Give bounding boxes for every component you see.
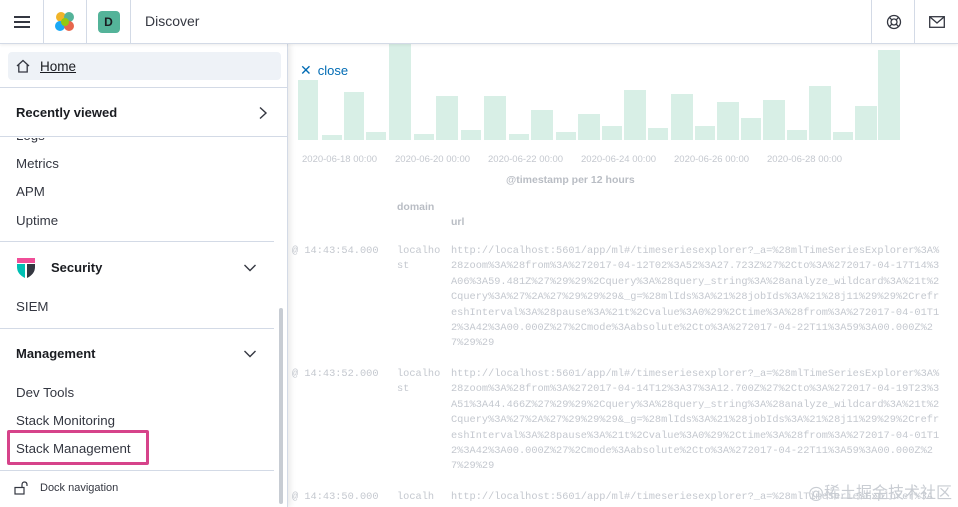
management-group-title[interactable]: Management — [16, 346, 95, 361]
histogram-bar[interactable] — [833, 132, 853, 140]
hamburger-icon — [13, 15, 30, 28]
histogram-bar[interactable] — [556, 132, 576, 140]
recently-viewed-title[interactable]: Recently viewed — [16, 105, 117, 120]
elastic-logo-link[interactable] — [44, 0, 86, 43]
chevron-down-icon[interactable] — [243, 349, 257, 359]
space-selector[interactable]: D — [87, 0, 130, 43]
dock-navigation-label: Dock navigation — [40, 482, 119, 494]
lock-open-icon — [14, 481, 28, 495]
doc-domain: localh — [397, 491, 435, 503]
nav-home-label: Home — [40, 58, 77, 74]
space-avatar: D — [97, 10, 120, 33]
histogram-bar[interactable] — [671, 94, 693, 140]
histogram-bar[interactable] — [484, 96, 506, 140]
nav-item-siem[interactable]: SIEM — [16, 299, 49, 314]
nav-item-apm[interactable]: APM — [16, 184, 45, 199]
histogram-bar[interactable] — [322, 135, 342, 140]
x-tick: 2020-06-20 00:00 — [395, 154, 471, 165]
nav-home-link[interactable]: Home — [8, 52, 281, 80]
chevron-down-icon[interactable] — [243, 263, 257, 273]
histogram-bar[interactable] — [414, 134, 434, 140]
histogram-bar[interactable] — [855, 106, 877, 140]
discover-main: ✕ close 2020-06-18 00:00 2020-06-20 00:0… — [288, 44, 958, 507]
doc-timestamp: @ 14:43:52.000 — [292, 368, 379, 380]
nav-item-stack-monitoring[interactable]: Stack Monitoring — [16, 413, 115, 428]
histogram-bar[interactable] — [648, 128, 668, 140]
doc-timestamp: @ 14:43:50.000 — [292, 491, 379, 503]
histogram-bar[interactable] — [763, 100, 785, 140]
nav-divider — [0, 87, 287, 88]
histogram — [288, 44, 900, 140]
histogram-bar[interactable] — [436, 96, 458, 140]
security-logo-icon — [17, 258, 35, 278]
highlight-annotation — [7, 430, 149, 465]
doc-url: http://localhost:5601/app/ml#/timeseries… — [451, 245, 940, 350]
histogram-bar[interactable] — [509, 134, 529, 140]
doc-url: http://localhost:5601/app/ml#/timeseries… — [451, 368, 940, 473]
histogram-bar[interactable] — [695, 126, 715, 140]
menu-button[interactable] — [0, 0, 43, 43]
top-header: D Discover — [0, 0, 958, 44]
histogram-bar[interactable] — [741, 118, 761, 140]
close-chart-link[interactable]: ✕ close — [300, 62, 348, 79]
column-header-url[interactable]: url — [451, 216, 464, 228]
nav-item-uptime[interactable]: Uptime — [16, 213, 58, 228]
histogram-bar[interactable] — [602, 126, 622, 140]
nav-item-dev-tools[interactable]: Dev Tools — [16, 385, 74, 400]
home-icon — [16, 59, 30, 73]
doc-domain: localhost — [397, 245, 441, 273]
nav-divider — [0, 241, 274, 242]
histogram-bar[interactable] — [298, 80, 318, 140]
x-tick: 2020-06-18 00:00 — [302, 154, 378, 165]
security-group-title[interactable]: Security — [51, 260, 102, 275]
column-header-domain[interactable]: domain — [397, 201, 434, 213]
histogram-bar[interactable] — [809, 86, 831, 140]
close-icon: ✕ — [300, 62, 312, 78]
doc-domain: localhost — [397, 368, 441, 396]
mail-icon — [928, 15, 945, 28]
nav-item-metrics[interactable]: Metrics — [16, 156, 59, 171]
watermark: @稀土掘金技术社区 — [807, 483, 952, 502]
nav-scrollbar[interactable] — [279, 308, 283, 504]
x-tick: 2020-06-22 00:00 — [488, 154, 564, 165]
histogram-bar[interactable] — [531, 110, 553, 140]
histogram-bar[interactable] — [366, 132, 386, 140]
x-tick: 2020-06-28 00:00 — [767, 154, 843, 165]
x-tick: 2020-06-26 00:00 — [674, 154, 750, 165]
navigation-flyout: Home Recently viewed Logs Metrics APM Up… — [0, 44, 288, 507]
histogram-bar[interactable] — [624, 90, 646, 140]
newsfeed-button[interactable] — [915, 0, 958, 43]
histogram-bar[interactable] — [389, 44, 411, 140]
help-lifebuoy-icon — [886, 14, 901, 29]
x-axis-ticks: 2020-06-18 00:00 2020-06-20 00:00 2020-0… — [288, 154, 900, 168]
nav-divider — [0, 136, 287, 137]
help-button[interactable] — [872, 0, 915, 43]
close-label: close — [317, 63, 349, 78]
elastic-logo-icon — [55, 11, 74, 31]
x-axis-label: @timestamp per 12 hours — [506, 174, 635, 186]
histogram-bar[interactable] — [461, 130, 481, 140]
chevron-right-icon[interactable] — [258, 106, 268, 120]
header-divider — [130, 0, 131, 43]
histogram-bar[interactable] — [787, 130, 807, 140]
page-title: Discover — [145, 13, 200, 29]
doc-timestamp: @ 14:43:54.000 — [292, 245, 379, 257]
nav-divider — [0, 470, 274, 471]
histogram-bar[interactable] — [878, 50, 900, 140]
nav-divider — [0, 328, 274, 329]
histogram-bar[interactable] — [578, 114, 600, 140]
dock-navigation-button[interactable]: Dock navigation — [14, 481, 118, 495]
x-tick: 2020-06-24 00:00 — [581, 154, 657, 165]
histogram-bar[interactable] — [344, 92, 364, 140]
histogram-bar[interactable] — [717, 102, 739, 140]
